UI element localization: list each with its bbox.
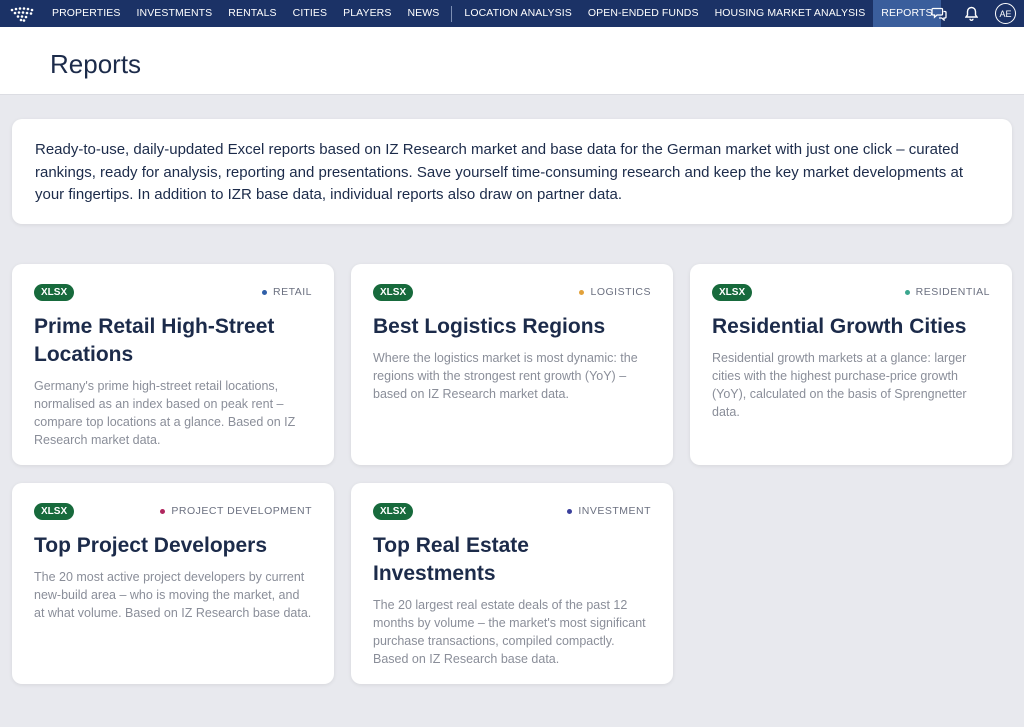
chat-icon[interactable] [931,6,947,22]
category-label: INVESTMENT [567,505,651,517]
nav-actions: AE [931,0,1016,27]
nav-location-analysis[interactable]: LOCATION ANALYSIS [456,0,580,27]
category-label: RESIDENTIAL [904,286,990,298]
report-card-investment[interactable]: XLSX INVESTMENT Top Real Estate Investme… [351,483,673,684]
card-description: The 20 most active project developers by… [34,570,312,620]
card-title[interactable]: Best Logistics Regions [373,313,651,341]
intro-card: Ready-to-use, daily-updated Excel report… [12,119,1012,224]
page-header: Reports [0,27,1024,95]
card-description: Where the logistics market is most dynam… [373,351,638,401]
xlsx-badge: XLSX [34,502,75,520]
top-navigation: PROPERTIES INVESTMENTS RENTALS CITIES PL… [0,0,1024,27]
nav-news[interactable]: NEWS [399,0,447,27]
user-avatar[interactable]: AE [995,3,1016,24]
card-title[interactable]: Prime Retail High-Street Locations [34,313,312,369]
card-title[interactable]: Residential Growth Cities [712,313,990,341]
nav-divider [451,5,453,22]
report-card-residential[interactable]: XLSX RESIDENTIAL Residential Growth Citi… [690,264,1012,465]
category-dot-icon [262,289,268,295]
category-dot-icon [567,508,573,514]
xlsx-badge: XLSX [373,502,414,520]
nav-players[interactable]: PLAYERS [335,0,399,27]
category-label: RETAIL [262,286,312,298]
category-text: RETAIL [273,286,312,298]
nav-properties[interactable]: PROPERTIES [44,0,129,27]
nav-investments[interactable]: INVESTMENTS [129,0,221,27]
card-description: Residential growth markets at a glance: … [712,351,967,419]
nav-housing-market-analysis[interactable]: HOUSING MARKET ANALYSIS [707,0,874,27]
card-description: The 20 largest real estate deals of the … [373,598,646,666]
nav-cities[interactable]: CITIES [285,0,335,27]
category-label: PROJECT DEVELOPMENT [160,505,312,517]
category-dot-icon [904,289,910,295]
card-title[interactable]: Top Real Estate Investments [373,532,651,588]
report-card-project-development[interactable]: XLSX PROJECT DEVELOPMENT Top Project Dev… [12,483,334,684]
category-text: LOGISTICS [590,286,651,298]
category-label: LOGISTICS [579,286,651,298]
report-card-logistics[interactable]: XLSX LOGISTICS Best Logistics Regions Wh… [351,264,673,465]
xlsx-badge: XLSX [712,283,753,301]
nav-rentals[interactable]: RENTALS [220,0,284,27]
category-dot-icon [579,289,585,295]
page-title: Reports [50,49,142,79]
card-description: Germany's prime high-street retail locat… [34,379,296,447]
category-text: PROJECT DEVELOPMENT [171,505,312,517]
card-title[interactable]: Top Project Developers [34,532,312,560]
intro-text: Ready-to-use, daily-updated Excel report… [35,141,963,203]
logo-icon[interactable] [9,4,35,24]
xlsx-badge: XLSX [373,283,414,301]
nav-open-ended-funds[interactable]: OPEN-ENDED FUNDS [580,0,707,27]
category-text: INVESTMENT [578,505,651,517]
report-card-retail[interactable]: XLSX RETAIL Prime Retail High-Street Loc… [12,264,334,465]
xlsx-badge: XLSX [34,283,75,301]
category-dot-icon [160,508,166,514]
category-text: RESIDENTIAL [915,286,990,298]
bell-icon[interactable] [963,6,979,22]
